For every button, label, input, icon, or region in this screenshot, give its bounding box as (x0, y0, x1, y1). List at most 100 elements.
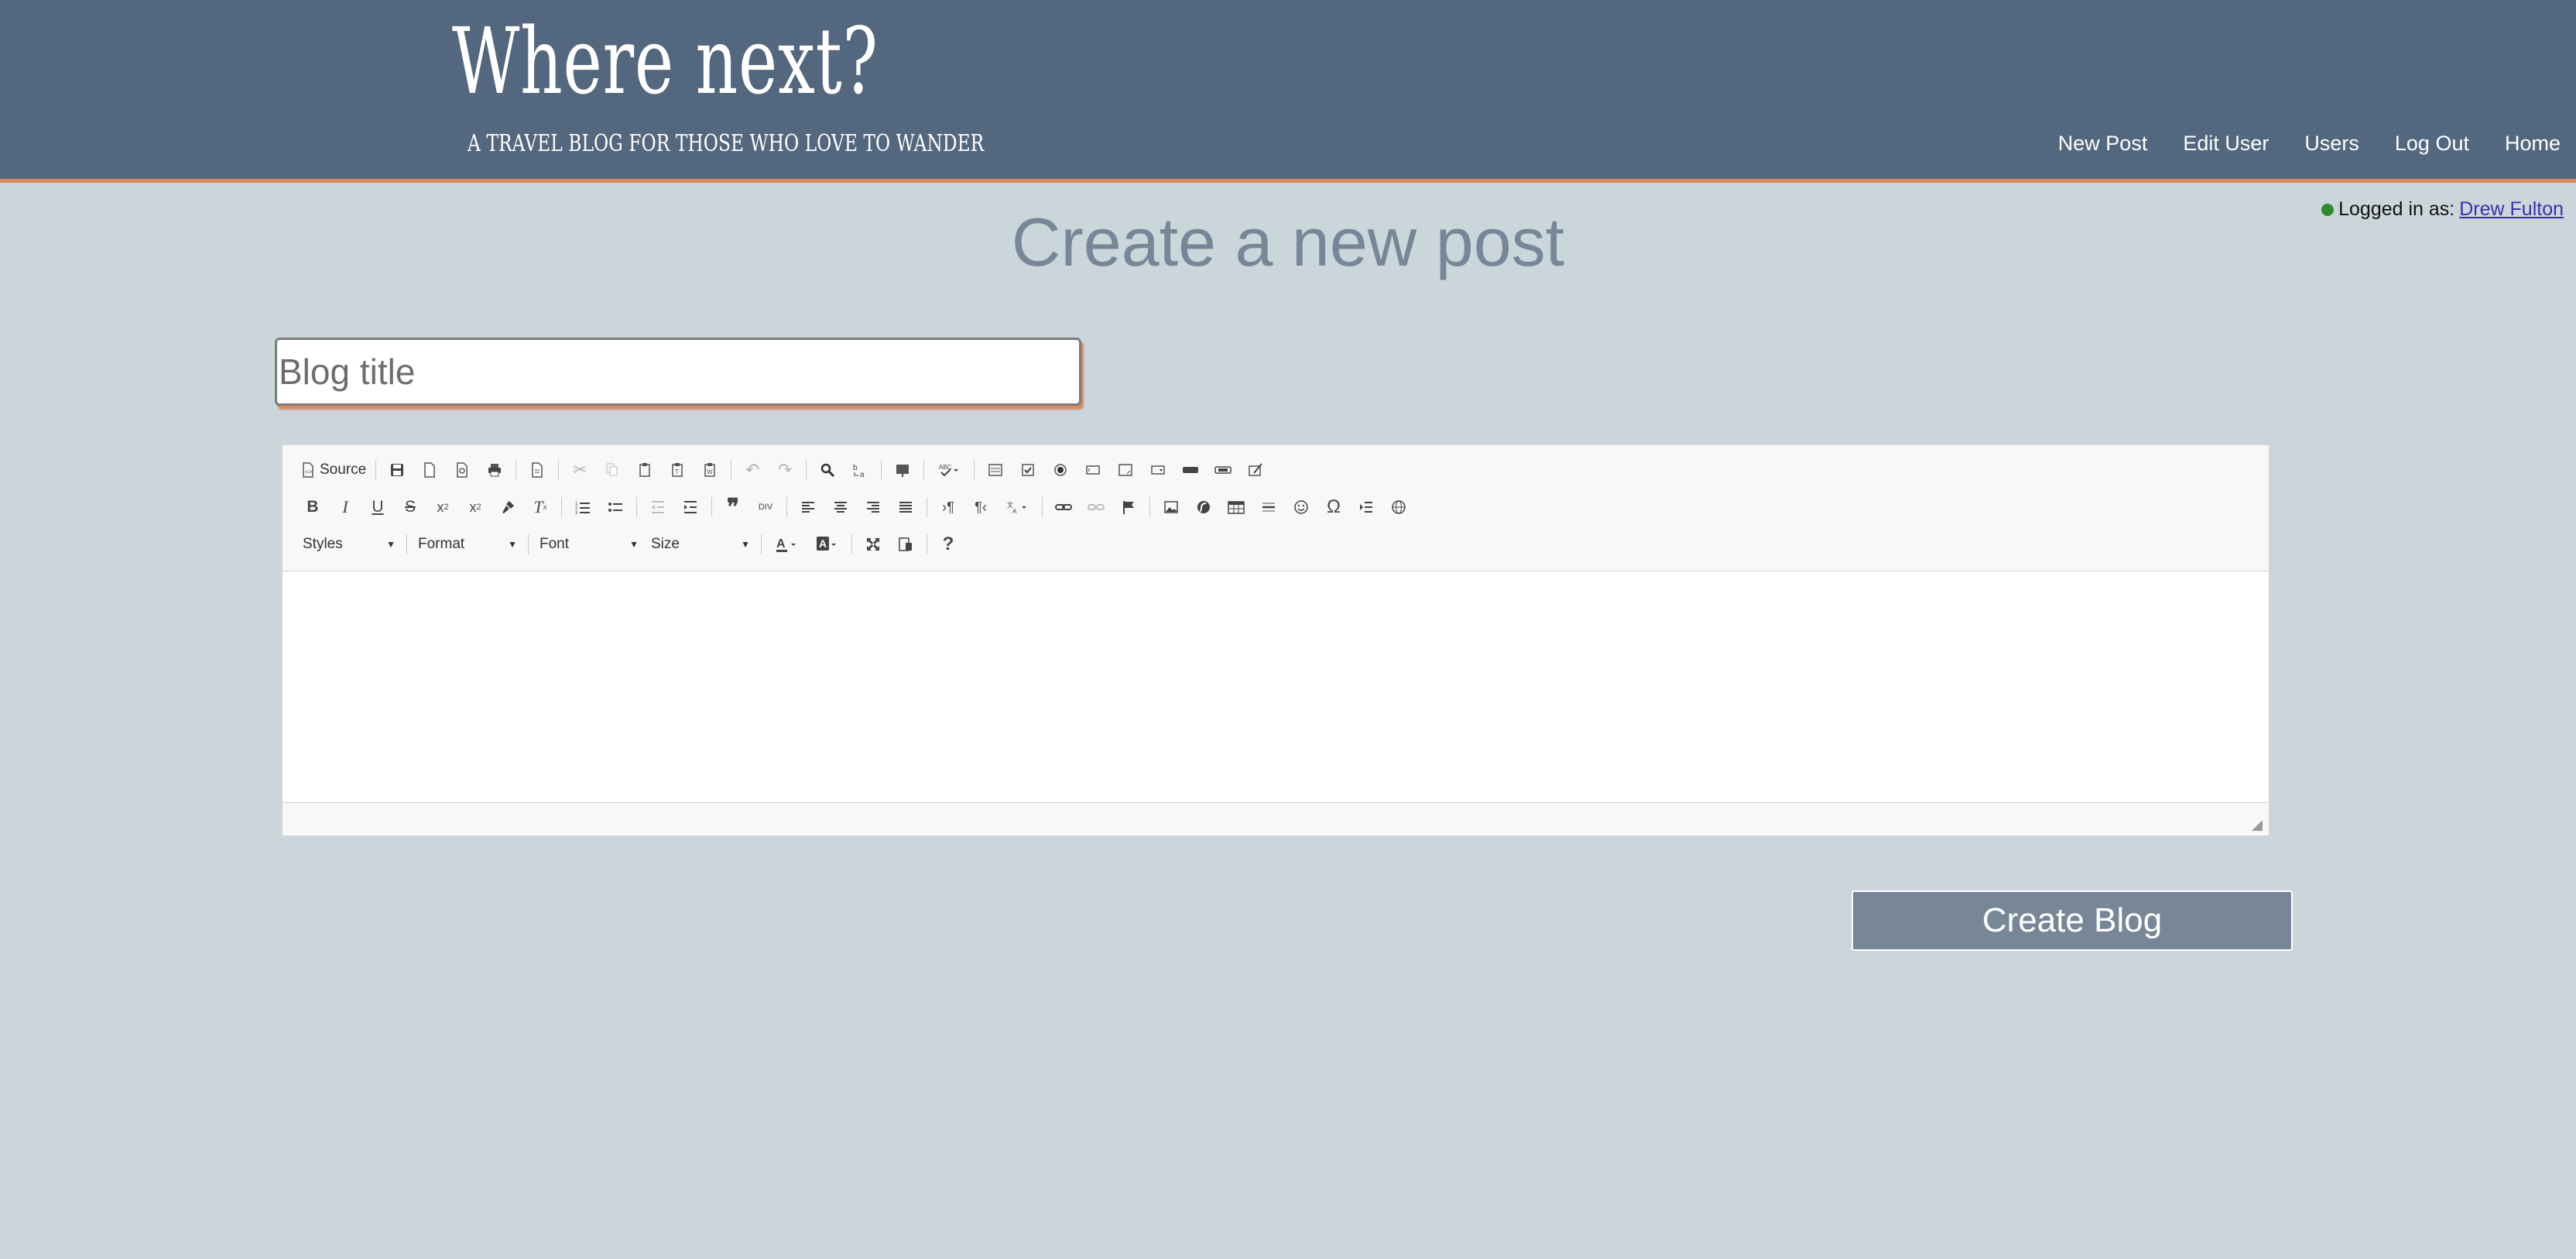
redo-icon[interactable]: ↷ (772, 457, 798, 483)
blog-title-input[interactable] (275, 338, 1081, 406)
textarea-icon[interactable] (1112, 457, 1139, 483)
smiley-icon[interactable] (1288, 494, 1314, 520)
outdent-icon[interactable] (645, 494, 671, 520)
text-direction-ltr-icon[interactable]: ›¶ (935, 494, 961, 520)
unlink-icon[interactable] (1083, 494, 1109, 520)
copy-formatting-icon[interactable] (495, 494, 521, 520)
align-left-icon[interactable] (795, 494, 821, 520)
toolbar-separator (761, 534, 762, 554)
special-character-icon[interactable]: Ω (1321, 494, 1347, 520)
checkbox-icon[interactable] (1015, 457, 1041, 483)
svg-text:A: A (819, 537, 827, 550)
text-field-icon[interactable] (1080, 457, 1106, 483)
superscript-icon[interactable]: x2 (462, 494, 488, 520)
svg-text:A: A (776, 537, 786, 551)
svg-text:b: b (853, 464, 858, 472)
nav-new-post[interactable]: New Post (2058, 132, 2148, 156)
toolbar-row-1: <> Source ✂ T W ↶ ↷ b a ABC (296, 455, 1272, 485)
resize-handle-icon[interactable] (2252, 820, 2263, 831)
underline-icon[interactable]: U (365, 494, 391, 520)
svg-text:A: A (1012, 508, 1017, 515)
preview-icon[interactable] (449, 457, 475, 483)
form-icon[interactable] (982, 457, 1009, 483)
styles-label: Styles (303, 536, 343, 552)
help-icon[interactable]: ? (935, 531, 961, 557)
hidden-field-icon[interactable] (1242, 457, 1269, 483)
dropdown-arrow-icon: ▼ (629, 539, 639, 550)
nav-log-out[interactable]: Log Out (2395, 132, 2469, 156)
toolbar-separator (375, 460, 377, 480)
print-icon[interactable] (481, 457, 508, 483)
numbered-list-icon[interactable]: 123 (570, 494, 596, 520)
format-dropdown[interactable]: Format ▼ (412, 531, 523, 557)
select-field-icon[interactable] (1145, 457, 1171, 483)
image-button-icon[interactable] (1210, 457, 1236, 483)
image-icon[interactable] (1158, 494, 1184, 520)
radio-icon[interactable] (1047, 457, 1074, 483)
svg-text:3: 3 (575, 511, 578, 515)
undo-icon[interactable]: ↶ (739, 457, 766, 483)
toolbar-row-3: Styles ▼ Format ▼ Font ▼ Size ▼ A A ? (296, 529, 964, 560)
bulleted-list-icon[interactable] (602, 494, 629, 520)
anchor-flag-icon[interactable] (1115, 494, 1142, 520)
copy-icon[interactable] (599, 457, 625, 483)
language-icon[interactable]: 文A (1000, 494, 1034, 520)
replace-icon[interactable]: ba (847, 457, 873, 483)
source-button[interactable]: <> Source (296, 461, 371, 479)
page-break-icon[interactable] (1353, 494, 1379, 520)
maximize-icon[interactable] (860, 531, 886, 557)
spellcheck-icon[interactable]: ABC (932, 457, 966, 483)
create-div-icon[interactable]: DIV (752, 494, 779, 520)
svg-text:W: W (707, 468, 713, 475)
toolbar-separator (711, 497, 712, 517)
nav-users[interactable]: Users (2304, 132, 2359, 156)
align-right-icon[interactable] (860, 494, 886, 520)
save-icon[interactable] (384, 457, 410, 483)
select-all-icon[interactable] (889, 457, 916, 483)
text-direction-rtl-icon[interactable]: ¶‹ (968, 494, 994, 520)
main-nav: New Post Edit User Users Log Out Home (2023, 132, 2561, 156)
find-icon[interactable] (814, 457, 841, 483)
paste-icon[interactable] (632, 457, 658, 483)
size-dropdown[interactable]: Size ▼ (645, 531, 756, 557)
indent-icon[interactable] (677, 494, 704, 520)
remove-format-icon[interactable]: Tx (527, 494, 553, 520)
bold-icon[interactable]: B (300, 494, 326, 520)
italic-icon[interactable]: I (332, 494, 358, 520)
font-dropdown[interactable]: Font ▼ (533, 531, 645, 557)
editor-content-area[interactable] (283, 571, 2269, 803)
site-tagline: A travel blog for those who love to wand… (468, 130, 985, 157)
templates-icon[interactable] (524, 457, 550, 483)
paste-text-icon[interactable]: T (664, 457, 690, 483)
create-blog-button[interactable]: Create Blog (1852, 890, 2293, 951)
format-label: Format (418, 536, 465, 552)
site-header: Where next? A travel blog for those who … (0, 0, 2576, 183)
toolbar-separator (558, 460, 560, 480)
horizontal-line-icon[interactable] (1255, 494, 1282, 520)
new-page-icon[interactable] (416, 457, 443, 483)
nav-home[interactable]: Home (2505, 132, 2561, 156)
subscript-icon[interactable]: x2 (430, 494, 456, 520)
paste-word-icon[interactable]: W (697, 457, 723, 483)
size-label: Size (651, 536, 680, 552)
source-icon: <> (303, 462, 313, 478)
table-icon[interactable] (1223, 494, 1249, 520)
align-center-icon[interactable] (827, 494, 854, 520)
toolbar-separator (974, 460, 975, 480)
toolbar-separator (1042, 497, 1043, 517)
justify-icon[interactable] (892, 494, 919, 520)
flash-icon[interactable] (1190, 494, 1217, 520)
nav-edit-user[interactable]: Edit User (2183, 132, 2269, 156)
strikethrough-icon[interactable]: S (397, 494, 423, 520)
blockquote-icon[interactable]: ❞ (720, 494, 746, 520)
link-icon[interactable] (1050, 494, 1077, 520)
site-logo-title[interactable]: Where next? (452, 8, 879, 115)
show-blocks-icon[interactable] (892, 531, 919, 557)
toolbar-separator (806, 460, 807, 480)
text-color-icon[interactable]: A (769, 531, 803, 557)
styles-dropdown[interactable]: Styles ▼ (296, 531, 402, 557)
cut-icon[interactable]: ✂ (567, 457, 593, 483)
background-color-icon[interactable]: A (810, 531, 844, 557)
button-field-icon[interactable] (1177, 457, 1204, 483)
iframe-globe-icon[interactable] (1386, 494, 1412, 520)
